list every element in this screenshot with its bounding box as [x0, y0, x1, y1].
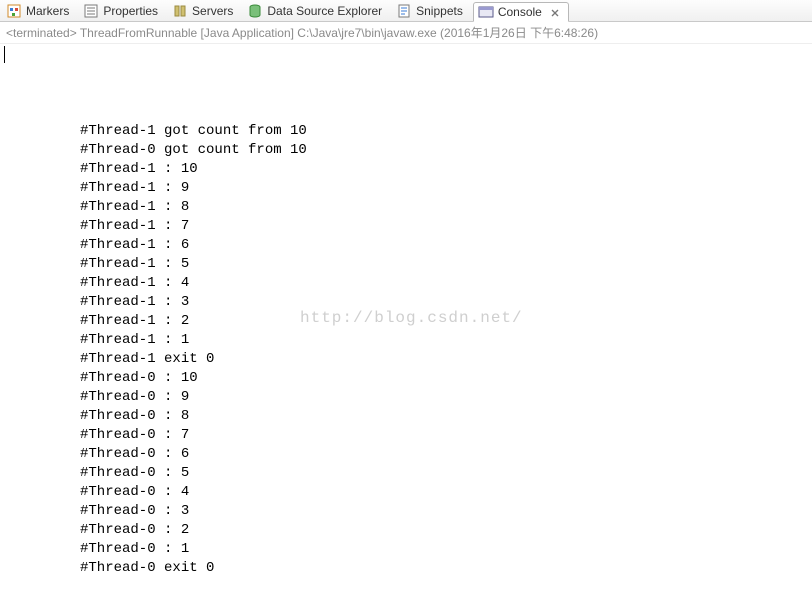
- console-line: #Thread-0 : 4: [0, 483, 812, 502]
- console-line: #Thread-1 : 1: [0, 331, 812, 350]
- tab-properties[interactable]: Properties: [79, 1, 166, 21]
- tab-label: Properties: [103, 4, 158, 18]
- view-tab-bar: Markers Properties Servers Data Source E…: [0, 0, 812, 22]
- console-line: #Thread-0 exit 0: [0, 559, 812, 578]
- launch-status: <terminated> ThreadFromRunnable [Java Ap…: [0, 22, 812, 44]
- console-line: #Thread-1 : 5: [0, 255, 812, 274]
- console-line: #Thread-1 : 10: [0, 160, 812, 179]
- console-line: #Thread-0 : 7: [0, 426, 812, 445]
- tab-label: Markers: [26, 4, 69, 18]
- console-line: #Thread-1 : 2: [0, 312, 812, 331]
- tab-console[interactable]: Console: [473, 2, 569, 22]
- tab-label: Servers: [192, 4, 233, 18]
- console-line: #Thread-0 : 1: [0, 540, 812, 559]
- console-line: #Thread-0 : 8: [0, 407, 812, 426]
- console-line: #Thread-1 : 7: [0, 217, 812, 236]
- close-icon[interactable]: [550, 7, 560, 17]
- data-source-icon: [247, 3, 263, 19]
- tab-data-source-explorer[interactable]: Data Source Explorer: [243, 1, 390, 21]
- snippets-icon: [396, 3, 412, 19]
- console-output[interactable]: http://blog.csdn.net/ #Thread-1 got coun…: [0, 44, 812, 597]
- console-line: #Thread-1 : 3: [0, 293, 812, 312]
- console-line: #Thread-0 : 5: [0, 464, 812, 483]
- tab-label: Data Source Explorer: [267, 4, 382, 18]
- console-line: #Thread-1 : 6: [0, 236, 812, 255]
- console-line: #Thread-1 got count from 10: [0, 122, 812, 141]
- console-line: #Thread-1 : 4: [0, 274, 812, 293]
- console-line: #Thread-0 : 3: [0, 502, 812, 521]
- text-caret: [4, 46, 5, 63]
- console-line: #Thread-0 : 6: [0, 445, 812, 464]
- markers-icon: [6, 3, 22, 19]
- console-line: #Thread-1 : 9: [0, 179, 812, 198]
- servers-icon: [172, 3, 188, 19]
- tab-label: Console: [498, 5, 542, 19]
- console-icon: [478, 4, 494, 20]
- console-line: #Thread-1 exit 0: [0, 350, 812, 369]
- tab-label: Snippets: [416, 4, 463, 18]
- tab-servers[interactable]: Servers: [168, 1, 241, 21]
- console-line: #Thread-0 : 9: [0, 388, 812, 407]
- console-line: #Thread-0 : 2: [0, 521, 812, 540]
- tab-markers[interactable]: Markers: [2, 1, 77, 21]
- console-line: #Thread-0 : 10: [0, 369, 812, 388]
- console-line: #Thread-1 : 8: [0, 198, 812, 217]
- properties-icon: [83, 3, 99, 19]
- tab-snippets[interactable]: Snippets: [392, 1, 471, 21]
- console-line: #Thread-0 got count from 10: [0, 141, 812, 160]
